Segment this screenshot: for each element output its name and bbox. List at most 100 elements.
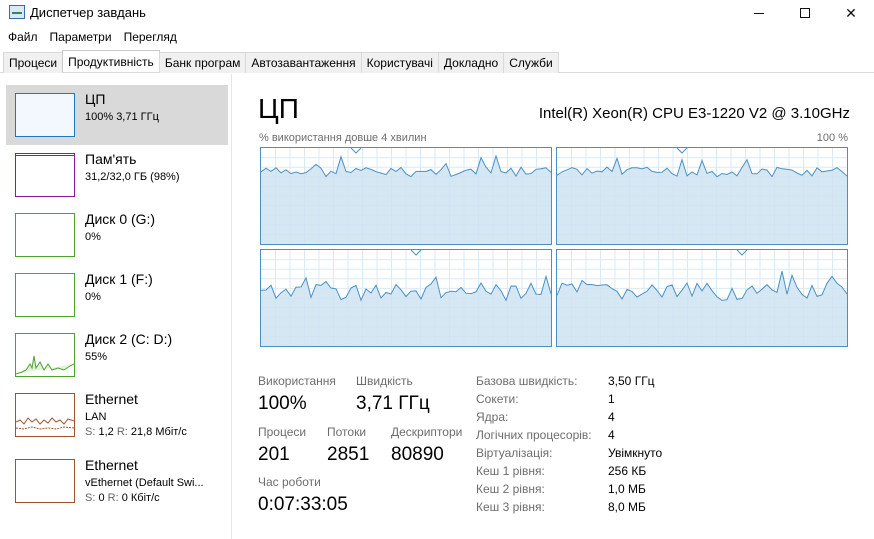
- sidebar-item-detail: 31,2/32,0 ГБ (98%): [85, 171, 180, 183]
- core-usage-plot: [557, 148, 847, 244]
- info-label: Кеш 3 рівня:: [476, 500, 545, 514]
- sidebar-item-detail: 0%: [85, 291, 101, 303]
- send-value: 1,2: [98, 426, 114, 438]
- tab-users[interactable]: Користувачі: [360, 52, 439, 73]
- sidebar-item-detail: LAN: [85, 411, 107, 423]
- processes-value: 201: [258, 444, 290, 465]
- disk-thumbnail-graph: [15, 273, 75, 317]
- info-value: 1: [608, 392, 615, 406]
- memory-thumbnail-graph: [15, 153, 75, 197]
- receive-value: 21,8 Мбіт/с: [130, 426, 187, 438]
- info-value: Увімкнуто: [608, 446, 663, 460]
- cpu-model-name: Intel(R) Xeon(R) CPU E3-1220 V2 @ 3.10GH…: [538, 105, 850, 122]
- tab-performance[interactable]: Продуктивність: [62, 50, 160, 72]
- info-value: 4: [608, 428, 615, 442]
- info-label: Віртуалізація:: [476, 446, 553, 460]
- core-usage-peak: [410, 250, 422, 256]
- info-label: Ядра:: [476, 410, 509, 424]
- utilization-value: 100%: [258, 393, 307, 414]
- info-label: Базова швидкість:: [476, 374, 578, 388]
- sidebar-item-ethernet-vethernet[interactable]: Ethernet vEthernet (Default Swi... S: 0 …: [6, 451, 228, 511]
- tab-services[interactable]: Служби: [503, 52, 559, 73]
- title-bar[interactable]: Диспетчер завдань ✕: [0, 0, 874, 26]
- processes-label: Процеси: [258, 425, 307, 439]
- task-manager-icon: [9, 5, 25, 19]
- resource-sidebar: ЦП 100% 3,71 ГГц Пам'ять 31,2/32,0 ГБ (9…: [0, 74, 232, 539]
- threads-label: Потоки: [327, 425, 367, 439]
- info-value: 8,0 МБ: [608, 500, 646, 514]
- sidebar-item-title: ЦП: [85, 91, 106, 107]
- sidebar-item-disk-1[interactable]: Диск 1 (F:) 0%: [6, 265, 228, 325]
- info-value: 4: [608, 410, 615, 424]
- info-value: 256 КБ: [608, 464, 647, 478]
- sidebar-item-title: Ethernet: [85, 391, 138, 407]
- threads-value: 2851: [327, 444, 370, 465]
- cpu-thumbnail-graph: [15, 93, 75, 137]
- sidebar-item-disk-0[interactable]: Диск 0 (G:) 0%: [6, 205, 228, 265]
- network-activity-sparkline: [16, 417, 74, 430]
- receive-label: R:: [107, 492, 119, 504]
- sidebar-item-detail: 0%: [85, 231, 101, 243]
- send-value: 0: [98, 492, 105, 504]
- maximize-icon: [800, 8, 810, 18]
- menu-file[interactable]: Файл: [2, 26, 44, 48]
- sidebar-item-detail: vEthernet (Default Swi...: [85, 477, 204, 489]
- cpu-core-graph[interactable]: [260, 147, 552, 245]
- sidebar-item-title: Диск 0 (G:): [85, 211, 156, 227]
- memory-thumbnail-line: [16, 155, 74, 156]
- sidebar-item-title: Пам'ять: [85, 151, 137, 167]
- sidebar-item-disk-2[interactable]: Диск 2 (C: D:) 55%: [6, 325, 228, 385]
- sidebar-item-throughput: S: 0 R: 0 Кбіт/с: [85, 492, 160, 504]
- menu-options[interactable]: Параметри: [44, 26, 118, 48]
- disk-activity-sparkline: [16, 355, 74, 375]
- sidebar-item-memory[interactable]: Пам'ять 31,2/32,0 ГБ (98%): [6, 145, 228, 205]
- page-title: ЦП: [258, 93, 299, 124]
- disk-thumbnail-graph: [15, 213, 75, 257]
- sidebar-item-throughput: S: 1,2 R: 21,8 Мбіт/с: [85, 426, 187, 438]
- core-usage-plot: [261, 148, 551, 244]
- network-thumbnail-graph: [15, 459, 75, 503]
- tab-bar: Процеси Продуктивність Банк програм Авто…: [0, 49, 874, 73]
- core-usage-peak: [676, 148, 688, 154]
- network-thumbnail-graph: [15, 393, 75, 437]
- sidebar-item-detail: 100% 3,71 ГГц: [85, 111, 159, 123]
- info-label: Логічних процесорів:: [476, 428, 592, 442]
- menu-bar: Файл Параметри Перегляд: [0, 26, 874, 48]
- sidebar-item-title: Диск 2 (C: D:): [85, 331, 173, 347]
- sidebar-item-detail: 55%: [85, 351, 108, 363]
- tab-details[interactable]: Докладно: [437, 52, 505, 73]
- tab-app-history[interactable]: Банк програм: [158, 52, 247, 73]
- handles-label: Дескриптори: [391, 425, 463, 439]
- tab-processes[interactable]: Процеси: [3, 52, 64, 73]
- info-value: 1,0 МБ: [608, 482, 646, 496]
- core-usage-plot: [261, 250, 551, 346]
- receive-value: 0 Кбіт/с: [121, 492, 160, 504]
- cpu-core-graph[interactable]: [260, 249, 552, 347]
- sidebar-item-title: Диск 1 (F:): [85, 271, 153, 287]
- speed-value: 3,71 ГГц: [356, 393, 430, 414]
- sidebar-item-cpu[interactable]: ЦП 100% 3,71 ГГц: [6, 85, 228, 145]
- handles-value: 80890: [391, 444, 444, 465]
- speed-label: Швидкість: [356, 374, 413, 388]
- sidebar-item-ethernet-lan[interactable]: Ethernet LAN S: 1,2 R: 21,8 Мбіт/с: [6, 385, 228, 445]
- uptime-value: 0:07:33:05: [258, 494, 348, 515]
- close-icon: ✕: [845, 4, 857, 21]
- core-usage-plot: [557, 250, 847, 346]
- send-label: S:: [85, 492, 96, 504]
- cpu-core-graph[interactable]: [556, 147, 848, 245]
- core-usage-peak: [350, 148, 362, 154]
- maximize-button[interactable]: [782, 0, 828, 26]
- info-value: 3,50 ГГц: [608, 374, 655, 388]
- graph-caption: % використання довше 4 хвилин: [259, 132, 427, 144]
- info-label: Кеш 2 рівня:: [476, 482, 545, 496]
- tab-startup[interactable]: Автозавантаження: [245, 52, 362, 73]
- info-label: Кеш 1 рівня:: [476, 464, 545, 478]
- uptime-label: Час роботи: [258, 475, 321, 489]
- graph-max-label: 100 %: [816, 132, 848, 144]
- minimize-icon: [754, 12, 764, 14]
- disk-thumbnail-graph: [15, 333, 75, 377]
- cpu-core-graph[interactable]: [556, 249, 848, 347]
- close-button[interactable]: ✕: [828, 0, 874, 26]
- minimize-button[interactable]: [736, 0, 782, 26]
- menu-view[interactable]: Перегляд: [118, 26, 183, 48]
